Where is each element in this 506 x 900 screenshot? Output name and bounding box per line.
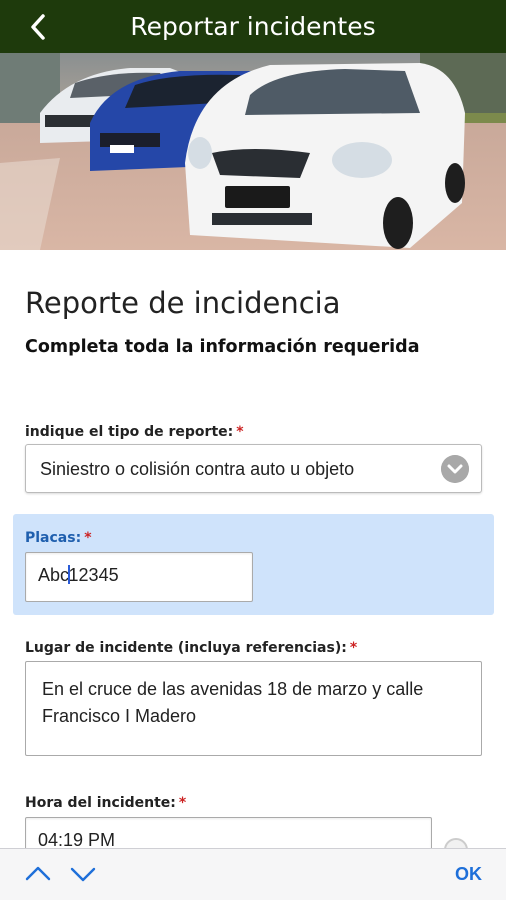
plates-input[interactable]: Abc12345 — [25, 552, 253, 602]
time-label: Hora del incidente: * — [25, 795, 186, 811]
report-type-label-text: indique el tipo de reporte: — [25, 424, 234, 440]
time-value: 04:19 PM — [38, 830, 116, 848]
required-mark: * — [349, 640, 358, 656]
plates-label: Placas: * — [25, 530, 92, 546]
location-label: Lugar de incidente (incluya referencias)… — [25, 640, 357, 656]
plates-value-before-caret: Abc — [38, 565, 70, 585]
done-button[interactable]: OK — [455, 864, 482, 885]
required-mark: * — [236, 424, 244, 440]
chevron-down-icon — [441, 455, 469, 483]
page-title: Reportar incidentes — [130, 12, 376, 41]
location-label-text: Lugar de incidente (incluya referencias)… — [25, 640, 347, 656]
plates-value-after-caret: 12345 — [68, 565, 119, 585]
time-input[interactable]: 04:19 PM — [25, 817, 432, 848]
chevron-down-icon[interactable] — [69, 863, 97, 885]
location-textarea[interactable]: En el cruce de las avenidas 18 de marzo … — [25, 661, 482, 756]
time-label-text: Hora del incidente: — [25, 795, 176, 811]
report-type-value: Siniestro o colisión contra auto u objet… — [40, 459, 355, 479]
keyboard-accessory-bar: OK — [0, 848, 506, 900]
form-content: Reporte de incidencia Completa toda la i… — [0, 250, 506, 848]
back-arrow-icon[interactable] — [24, 12, 54, 42]
report-type-select[interactable]: Siniestro o colisión contra auto u objet… — [25, 444, 482, 493]
chevron-up-icon[interactable] — [24, 863, 52, 885]
location-value: En el cruce de las avenidas 18 de marzo … — [42, 679, 424, 726]
hero-cars-image — [0, 53, 506, 250]
plates-label-text: Placas: — [25, 530, 82, 546]
form-title: Reporte de incidencia — [25, 286, 341, 320]
clear-icon[interactable] — [444, 838, 468, 848]
required-mark: * — [84, 530, 92, 546]
plates-value: Abc12345 — [38, 565, 119, 586]
report-type-label: indique el tipo de reporte: * — [25, 424, 244, 440]
form-subtitle: Completa toda la información requerida — [25, 337, 420, 357]
required-mark: * — [178, 795, 187, 811]
app-bar: Reportar incidentes — [0, 0, 506, 53]
